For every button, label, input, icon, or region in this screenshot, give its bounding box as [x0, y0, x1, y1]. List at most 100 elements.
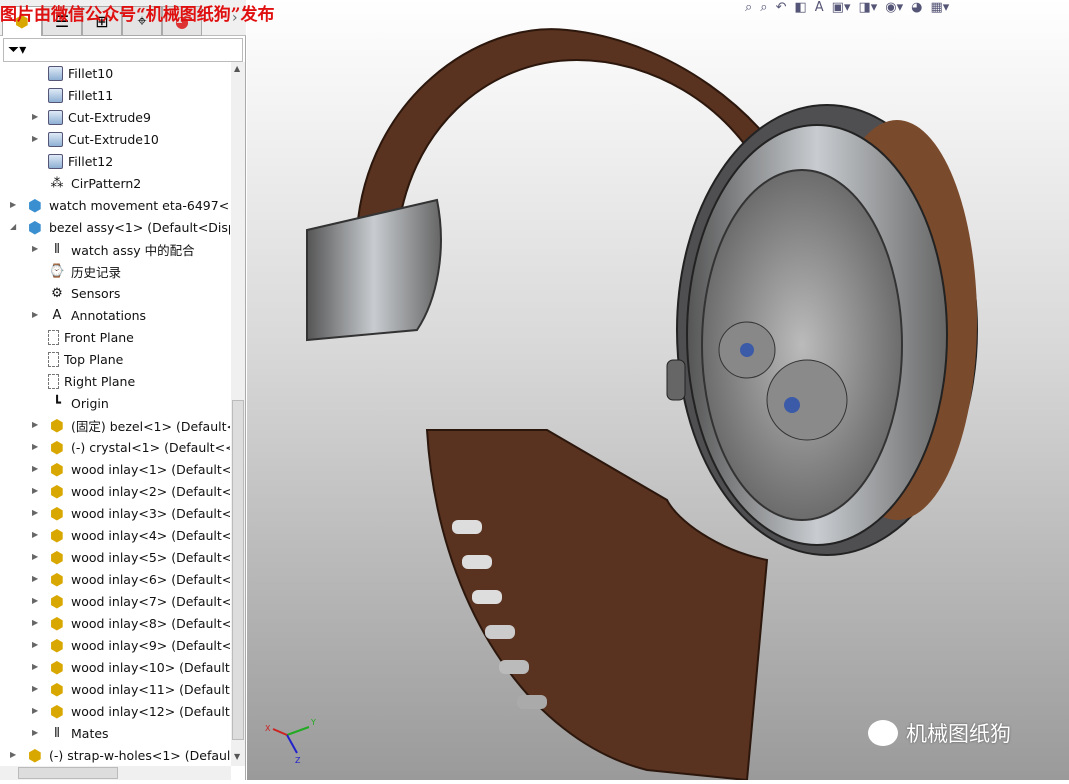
- tree-item[interactable]: ⬢ (固定) bezel<1> (Default<<: [48, 414, 230, 436]
- expand-arrow-icon[interactable]: ▶: [32, 684, 38, 693]
- expand-arrow-icon[interactable]: ▶: [32, 134, 38, 143]
- zoom-to-area-icon[interactable]: ⌕: [760, 0, 767, 16]
- tree-item[interactable]: ⚙ Sensors: [48, 282, 120, 304]
- filter-box[interactable]: ⏷▾: [3, 38, 243, 62]
- tree-item-label: Fillet11: [68, 87, 114, 103]
- tree-item[interactable]: ⬢ wood inlay<12> (Default<<: [48, 700, 230, 722]
- edit-appearance-icon[interactable]: ◕: [911, 0, 922, 16]
- tree-item-label: Front Plane: [64, 329, 134, 345]
- tree-item[interactable]: ⬢ wood inlay<11> (Default<<: [48, 678, 230, 700]
- scrollbar-thumb[interactable]: [18, 767, 118, 779]
- tree-item[interactable]: ⌚ 历史记录: [48, 260, 121, 282]
- scroll-down-icon[interactable]: ▼: [234, 752, 240, 761]
- expand-arrow-icon[interactable]: ▶: [10, 750, 16, 759]
- tree-item[interactable]: ⫴ watch assy 中的配合: [48, 238, 194, 260]
- tree-item[interactable]: ⬢ wood inlay<5> (Default<<D: [48, 546, 230, 568]
- expand-arrow-icon[interactable]: ▶: [32, 420, 38, 429]
- tree-item-label: Fillet12: [68, 153, 114, 169]
- hide-show-icon[interactable]: ◉▾: [885, 0, 903, 16]
- tree-item[interactable]: Fillet11: [48, 84, 113, 106]
- scrollbar-thumb[interactable]: [232, 400, 244, 740]
- part-icon: ⬢: [50, 569, 64, 589]
- tree-item-label: wood inlay<9> (Default<<D: [71, 637, 230, 653]
- assembly-icon: ⬢: [28, 217, 42, 237]
- part-icon: ⬢: [28, 745, 42, 765]
- tree-horizontal-scrollbar[interactable]: [0, 766, 231, 780]
- tree-item[interactable]: ⬢ wood inlay<3> (Default<<D: [48, 502, 230, 524]
- tree-item-label: wood inlay<1> (Default<<D: [71, 461, 230, 477]
- tree-item[interactable]: ⬢ wood inlay<4> (Default<<D: [48, 524, 230, 546]
- expand-arrow-icon[interactable]: ▶: [32, 442, 38, 451]
- expand-arrow-icon[interactable]: ▶: [32, 728, 38, 737]
- expand-arrow-icon[interactable]: ▶: [32, 574, 38, 583]
- expand-arrow-icon[interactable]: ▶: [32, 662, 38, 671]
- tree-item-label: Cut-Extrude9: [68, 109, 151, 125]
- watermark-top: 图片由微信公众号“机械图纸狗”发布: [0, 5, 275, 25]
- tree-item-label: wood inlay<2> (Default<<D: [71, 483, 230, 499]
- expand-arrow-icon[interactable]: ▶: [32, 706, 38, 715]
- tree-item[interactable]: ⁂ CirPattern2: [48, 172, 142, 194]
- expand-arrow-icon[interactable]: ▶: [32, 618, 38, 627]
- zoom-to-fit-icon[interactable]: ⌕: [745, 0, 752, 16]
- part-icon: ⬢: [50, 503, 64, 523]
- scroll-up-icon[interactable]: ▲: [234, 64, 240, 73]
- apply-scene-icon[interactable]: ▦▾: [931, 0, 950, 16]
- expand-arrow-icon[interactable]: ▶: [32, 508, 38, 517]
- graphics-area[interactable]: Y X Z 机械图纸狗: [247, 0, 1069, 782]
- expand-arrow-icon[interactable]: ▶: [32, 310, 38, 319]
- expand-arrow-icon[interactable]: ▶: [32, 640, 38, 649]
- expand-arrow-icon[interactable]: ▶: [32, 464, 38, 473]
- tree-item[interactable]: Fillet10: [48, 62, 113, 84]
- tree-item-label: wood inlay<12> (Default<<: [71, 703, 230, 719]
- expand-arrow-icon[interactable]: ▶: [32, 486, 38, 495]
- tree-item[interactable]: ⬢ wood inlay<2> (Default<<D: [48, 480, 230, 502]
- expand-arrow-icon[interactable]: ▶: [32, 112, 38, 121]
- tree-item[interactable]: ⬢ wood inlay<10> (Default<<: [48, 656, 230, 678]
- tree-item[interactable]: Cut-Extrude10: [48, 128, 159, 150]
- expand-arrow-icon[interactable]: ▶: [32, 552, 38, 561]
- dynamic-annotation-icon[interactable]: A: [815, 0, 824, 16]
- tree-item[interactable]: ⬢ wood inlay<6> (Default<<D: [48, 568, 230, 590]
- collapse-arrow-icon[interactable]: ◢: [10, 222, 16, 231]
- tree-item-label: (固定) bezel<1> (Default<<: [71, 418, 230, 434]
- tree-item-label: bezel assy<1> (Default<Display: [49, 219, 230, 235]
- tree-item[interactable]: ⬢ wood inlay<9> (Default<<D: [48, 634, 230, 656]
- expand-arrow-icon[interactable]: ▶: [32, 530, 38, 539]
- view-orientation-icon[interactable]: ▣▾: [832, 0, 851, 16]
- tree-item[interactable]: ⬢ wood inlay<1> (Default<<D: [48, 458, 230, 480]
- tree-item-label: wood inlay<5> (Default<<D: [71, 549, 230, 565]
- tree-item[interactable]: A Annotations: [48, 304, 147, 326]
- tree-item-label: Fillet10: [68, 65, 114, 81]
- expand-arrow-icon[interactable]: ▶: [10, 200, 16, 209]
- section-view-icon[interactable]: ◧: [794, 0, 806, 16]
- sensor-icon: ⚙: [51, 285, 63, 301]
- tree-item[interactable]: Top Plane: [48, 348, 123, 370]
- plane-icon: [48, 329, 59, 345]
- tree-item[interactable]: Cut-Extrude9: [48, 106, 151, 128]
- part-icon: ⬢: [50, 591, 64, 611]
- feature-icon: [48, 109, 63, 125]
- tree-item[interactable]: Front Plane: [48, 326, 134, 348]
- watermark-bottom-text: 机械图纸狗: [906, 722, 1011, 746]
- display-style-icon[interactable]: ◨▾: [858, 0, 877, 16]
- triad-x-label: X: [265, 724, 271, 733]
- tree-vertical-scrollbar[interactable]: ▲ ▼: [231, 62, 245, 766]
- tree-item-label: Mates: [71, 725, 109, 741]
- wechat-icon: [868, 720, 898, 746]
- expand-arrow-icon[interactable]: ▶: [32, 244, 38, 253]
- tree-item[interactable]: ⬢ watch movement eta-6497<1>: [26, 194, 230, 216]
- tree-item-label: wood inlay<6> (Default<<D: [71, 571, 230, 587]
- tree-item[interactable]: ⬢ wood inlay<8> (Default<<D: [48, 612, 230, 634]
- tree-item[interactable]: ┗ Origin: [48, 392, 109, 414]
- tree-item[interactable]: ⬢ bezel assy<1> (Default<Display: [26, 216, 230, 238]
- tree-item[interactable]: ⬢ (-) crystal<1> (Default<<De: [48, 436, 230, 458]
- tree-item[interactable]: ⬢ (-) strap-w-holes<1> (Default<: [26, 744, 230, 766]
- expand-arrow-icon[interactable]: ▶: [32, 596, 38, 605]
- triad-z-label: Z: [295, 756, 301, 765]
- filter-icon: ⏷▾: [8, 42, 27, 58]
- tree-item[interactable]: ⬢ wood inlay<7> (Default<<D: [48, 590, 230, 612]
- previous-view-icon[interactable]: ↶: [776, 0, 787, 16]
- tree-item[interactable]: Fillet12: [48, 150, 113, 172]
- tree-item[interactable]: ⫴ Mates: [48, 722, 109, 744]
- tree-item[interactable]: Right Plane: [48, 370, 135, 392]
